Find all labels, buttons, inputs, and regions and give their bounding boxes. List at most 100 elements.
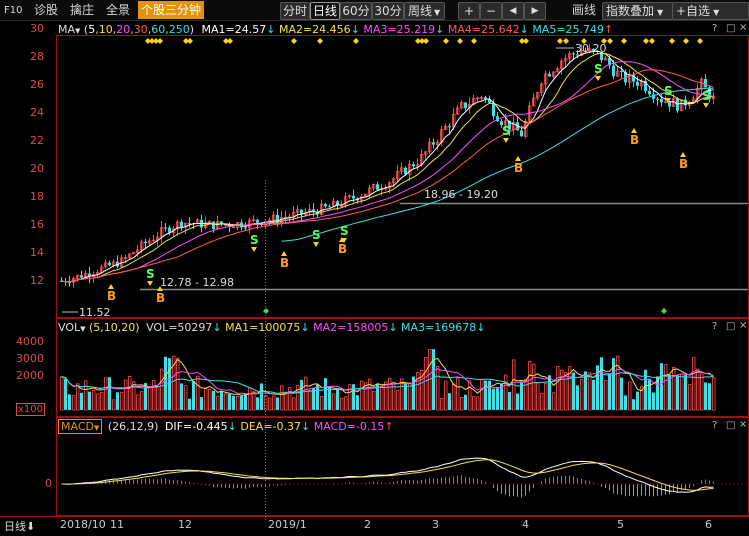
adjust-button[interactable]: 擒庄 (70, 2, 94, 18)
zoom-in-button[interactable]: + (458, 2, 480, 20)
volume-bar-down (660, 363, 663, 410)
volume-bar-up (604, 379, 608, 411)
volume-bar-down (612, 358, 615, 410)
ma-param-5: 5 (88, 23, 96, 36)
volume-bar-up (196, 375, 200, 411)
diagnose-button[interactable]: 诊股 (34, 2, 58, 18)
volume-bar-down (432, 349, 435, 410)
volume-bar-up (672, 367, 676, 411)
price-panel-close[interactable]: × (739, 22, 747, 33)
volume-bar-up (480, 379, 484, 411)
volume-bar-up (472, 396, 476, 411)
candle-body-down (412, 164, 415, 167)
volume-bar-down (220, 391, 223, 410)
macd-indicator-dropdown[interactable]: MACD▼ (58, 419, 103, 434)
price-panel-maximize[interactable]: □ (726, 23, 735, 34)
high-price-label: 30.20 (575, 42, 607, 55)
left-icon[interactable]: ◀ (502, 2, 524, 20)
macd-panel-maximize[interactable]: □ (726, 420, 735, 431)
volume-bar-up (580, 378, 584, 411)
buy-signal: B (338, 242, 347, 256)
volume-panel-close[interactable]: × (739, 320, 747, 331)
volume-bar-down (704, 382, 707, 410)
volume-bar-down (244, 393, 247, 410)
volume-bar-up (176, 357, 180, 411)
three-minute-button[interactable]: 个股三分钟 (138, 1, 205, 19)
sell-signal: S (594, 62, 603, 76)
range-label-lower: 12.78 - 12.98 (160, 276, 234, 289)
intraday-tab[interactable]: 分时 (280, 2, 310, 20)
minute60-tab[interactable]: 60分 (340, 2, 372, 20)
sell-arrow-icon (313, 242, 319, 247)
buy-arrow-icon (515, 156, 521, 161)
volume-bar-down (708, 383, 711, 410)
candle-body-down (328, 206, 331, 208)
candle-body-down (232, 226, 235, 228)
x-tick-label: 12 (178, 518, 192, 531)
volume-bar-down (684, 374, 687, 410)
volume-bar-down (116, 392, 119, 410)
index-overlay-dropdown[interactable]: 指数叠加 ▼ (602, 2, 673, 20)
minute30-tab[interactable]: 30分 (372, 2, 404, 20)
volume-bar-up (692, 357, 696, 411)
draw-line-button[interactable]: 画线 (572, 2, 596, 18)
volume-bar-down (212, 390, 215, 410)
event-diamond-icon (263, 308, 269, 314)
weekly-dropdown[interactable]: 周线 ▼ (404, 2, 445, 20)
candle-body-down (376, 184, 379, 190)
volume-bar-up (308, 389, 312, 411)
kline-chart-canvas[interactable]: SS S SSSS SB BBBBBB 30.20 11.52 12.78 - 12.9… (0, 20, 749, 536)
ma-param-60: 60 (151, 23, 166, 36)
volume-bar-down (676, 375, 679, 410)
x-tick-label: 4 (522, 518, 529, 531)
volume-bar-down (516, 393, 519, 410)
volume-ma2-value: MA2=158005 (313, 321, 389, 334)
x-tick-label: 2 (364, 518, 371, 531)
ma-line-60 (281, 87, 714, 242)
volume-indicator-name[interactable]: VOL (58, 321, 80, 334)
zoom-out-button[interactable]: − (480, 2, 502, 20)
signal-diamond-icon (157, 38, 163, 44)
ma-indicator-name[interactable]: MA (58, 23, 75, 36)
candle-body-down (676, 98, 679, 111)
macd-panel-close[interactable]: × (739, 419, 747, 430)
sell-signal: S (250, 233, 259, 247)
f10-button[interactable]: F10 (4, 3, 22, 19)
period-selector[interactable]: 日线⬇ (4, 518, 35, 534)
volume-tick-label: 4000 (16, 335, 44, 348)
right-icon[interactable]: ▶ (524, 2, 546, 20)
price-panel-help[interactable]: ? (712, 23, 717, 34)
volume-bar-up (560, 369, 564, 411)
macd-value: MACD=-0.15 (313, 420, 385, 433)
volume-bar-up (588, 372, 592, 411)
volume-bar-up (460, 397, 464, 411)
buy-signal: B (107, 289, 116, 303)
buy-signal: B (514, 161, 523, 175)
volume-ma1-value: MA1=100075 (225, 321, 301, 334)
volume-bar-up (304, 376, 308, 411)
price-tick-label: 16 (30, 218, 44, 231)
x-tick-label: 2019/1 (268, 518, 307, 531)
self-select-dropdown[interactable]: +自选 ▼ (672, 2, 749, 20)
panorama-button[interactable]: 全景 (106, 2, 130, 18)
price-tick-label: 12 (30, 274, 44, 287)
ma-param-10: 10 (98, 23, 113, 36)
volume-panel-maximize[interactable]: □ (726, 321, 735, 332)
volume-bar-up (688, 384, 692, 411)
volume-bar-up (292, 397, 296, 411)
sell-arrow-icon (503, 138, 509, 143)
candle-body-down (212, 221, 215, 230)
volume-panel-help[interactable]: ? (712, 321, 717, 332)
signal-diamond-icon (621, 38, 627, 44)
volume-bar-up (552, 392, 556, 411)
signal-diamond-icon (557, 38, 563, 44)
daily-tab[interactable]: 日线 (310, 2, 340, 20)
volume-bar-up (348, 384, 352, 411)
signal-diamond-icon (523, 38, 529, 44)
volume-bar-up (248, 387, 252, 411)
macd-panel-help[interactable]: ? (712, 420, 717, 431)
volume-bar-up (424, 357, 428, 411)
signal-diamond-icon (423, 38, 429, 44)
volume-bar-up (408, 382, 412, 411)
volume-bar-up (136, 394, 140, 411)
